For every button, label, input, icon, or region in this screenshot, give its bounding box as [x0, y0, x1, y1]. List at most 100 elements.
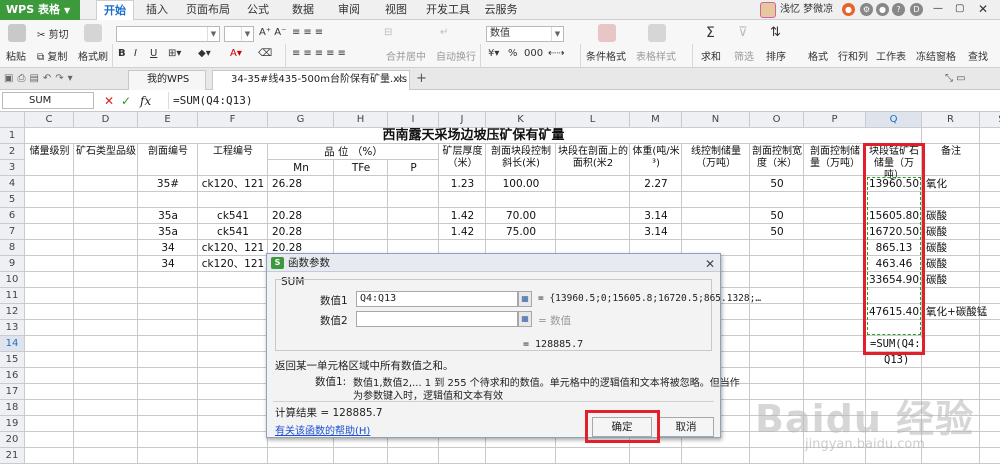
cell-o10[interactable]	[750, 272, 804, 288]
row-header-9[interactable]: 9	[0, 256, 25, 272]
tab-my-wps[interactable]: 我的WPS	[128, 70, 206, 90]
cell-h5[interactable]	[334, 192, 388, 208]
cell-e21[interactable]	[138, 448, 198, 464]
cell-r15[interactable]	[922, 352, 980, 368]
cell-n4[interactable]	[682, 176, 750, 192]
cell-f20[interactable]	[198, 432, 268, 448]
filter-icon[interactable]: ⊽	[738, 25, 748, 40]
cell-g5[interactable]	[268, 192, 334, 208]
cell-g21[interactable]	[268, 448, 334, 464]
column-header-j[interactable]: J	[439, 112, 486, 128]
cell-i6[interactable]	[388, 208, 439, 224]
column-header-f[interactable]: F	[198, 112, 268, 128]
cell-h7[interactable]	[334, 224, 388, 240]
row-header-20[interactable]: 20	[0, 432, 25, 448]
cell-s10[interactable]	[980, 272, 1000, 288]
cell-o13[interactable]	[750, 320, 804, 336]
sort-icon[interactable]: ⇅	[770, 25, 781, 40]
cell-e5[interactable]	[138, 192, 198, 208]
cell-p11[interactable]	[804, 288, 866, 304]
cell-d7[interactable]	[74, 224, 138, 240]
column-header-s[interactable]: S	[980, 112, 1000, 128]
cell-r1[interactable]	[922, 128, 980, 144]
cell-e18[interactable]	[138, 400, 198, 416]
cell-s11[interactable]	[980, 288, 1000, 304]
auto-wrap-button[interactable]: 自动换行	[436, 48, 476, 63]
row-header-21[interactable]: 21	[0, 448, 25, 464]
row-header-12[interactable]: 12	[0, 304, 25, 320]
avatar[interactable]	[760, 2, 776, 18]
cell-e14[interactable]	[138, 336, 198, 352]
cell-d6[interactable]	[74, 208, 138, 224]
cell-p7[interactable]	[804, 224, 866, 240]
cond-format-icon[interactable]	[598, 24, 616, 42]
number-format-select[interactable]: 数值 ▼	[486, 26, 564, 42]
table-style-icon[interactable]	[648, 24, 666, 42]
cell-f13[interactable]	[198, 320, 268, 336]
cell-c6[interactable]	[25, 208, 74, 224]
cell-e13[interactable]	[138, 320, 198, 336]
row-header-8[interactable]: 8	[0, 240, 25, 256]
arg1-input[interactable]: Q4:Q13	[356, 291, 518, 307]
cell-e17[interactable]	[138, 384, 198, 400]
cell-e16[interactable]	[138, 368, 198, 384]
cell-c7[interactable]	[25, 224, 74, 240]
row-header-13[interactable]: 13	[0, 320, 25, 336]
cell-d18[interactable]	[74, 400, 138, 416]
format-button[interactable]: 格式	[808, 48, 828, 63]
cell-o15[interactable]	[750, 352, 804, 368]
align-left-buttons[interactable]: ≡≡≡≡≡	[292, 48, 349, 59]
cell-d21[interactable]	[74, 448, 138, 464]
cell-n7[interactable]	[682, 224, 750, 240]
dialog-close-icon[interactable]: ✕	[705, 255, 715, 273]
italic-button[interactable]: I	[134, 48, 137, 59]
new-tab-button[interactable]: +	[416, 71, 427, 86]
dialog-title-bar[interactable]: S 函数参数 ✕	[267, 254, 720, 272]
cell-l6[interactable]	[556, 208, 630, 224]
underline-button[interactable]: U	[150, 48, 157, 59]
tab-developer[interactable]: 开发工具	[422, 0, 474, 20]
cell-c14[interactable]	[25, 336, 74, 352]
cell-n21[interactable]	[682, 448, 750, 464]
filter-button[interactable]: 筛选	[734, 48, 754, 63]
cell-f16[interactable]	[198, 368, 268, 384]
cell-j21[interactable]	[439, 448, 486, 464]
cell-e11[interactable]	[138, 288, 198, 304]
cell-i7[interactable]	[388, 224, 439, 240]
cell-o12[interactable]	[750, 304, 804, 320]
cell-m21[interactable]	[630, 448, 682, 464]
user-name[interactable]: 浅忆 梦微凉	[780, 0, 833, 20]
cell-r16[interactable]	[922, 368, 980, 384]
cell-c5[interactable]	[25, 192, 74, 208]
row-header-5[interactable]: 5	[0, 192, 25, 208]
cell-r11[interactable]	[922, 288, 980, 304]
cell-k21[interactable]	[486, 448, 556, 464]
cell-p16[interactable]	[804, 368, 866, 384]
copy-button[interactable]: ⧉ 复制	[37, 48, 67, 63]
cell-c9[interactable]	[25, 256, 74, 272]
paste-icon[interactable]	[8, 24, 26, 42]
cell-c12[interactable]	[25, 304, 74, 320]
column-header-c[interactable]: C	[25, 112, 74, 128]
close-tab-icon[interactable]: ×	[396, 71, 404, 89]
cell-m5[interactable]	[630, 192, 682, 208]
freeze-button[interactable]: 冻结窗格	[916, 48, 956, 63]
format-painter-label[interactable]: 格式刷	[78, 48, 108, 63]
cell-l5[interactable]	[556, 192, 630, 208]
cell-c11[interactable]	[25, 288, 74, 304]
cell-l4[interactable]	[556, 176, 630, 192]
cond-format-button[interactable]: 条件格式	[586, 48, 626, 63]
cell-e19[interactable]	[138, 416, 198, 432]
cell-d17[interactable]	[74, 384, 138, 400]
cell-h21[interactable]	[334, 448, 388, 464]
cell-c10[interactable]	[25, 272, 74, 288]
sum-button[interactable]: 求和	[701, 48, 721, 63]
rowcol-button[interactable]: 行和列	[838, 48, 868, 63]
cell-c21[interactable]	[25, 448, 74, 464]
cell-d12[interactable]	[74, 304, 138, 320]
cell-p13[interactable]	[804, 320, 866, 336]
row-header-15[interactable]: 15	[0, 352, 25, 368]
cell-s17[interactable]	[980, 384, 1000, 400]
cell-o8[interactable]	[750, 240, 804, 256]
cell-p12[interactable]	[804, 304, 866, 320]
